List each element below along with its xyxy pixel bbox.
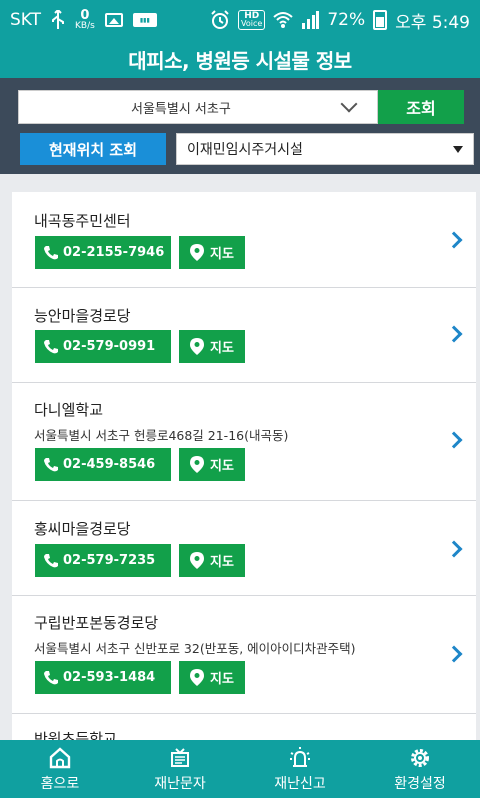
map-button[interactable]: 지도 [179,544,245,577]
nav-report[interactable]: 재난신고 [240,740,360,798]
phone-icon [44,670,58,684]
alarm-icon [210,10,230,30]
siren-icon [290,746,310,767]
facility-type-value: 이재민임시주거시설 [187,142,303,158]
nav-settings[interactable]: 환경설정 [360,740,480,798]
region-value: 서울특별시 서초구 [131,101,231,117]
facility-address: 서울특별시 서초구 헌릉로468길 21-16(내곡동) [34,428,289,443]
map-label: 지도 [210,459,234,474]
network-speed: 0 KB/s [75,8,95,31]
facility-address: 서울특별시 서초구 신반포로 32(반포동, 에이아이디차관주택) [34,641,356,656]
phone-number: 02-579-7235 [63,553,156,568]
search-button[interactable]: 조회 [378,90,464,124]
map-label: 지도 [210,672,234,687]
call-button[interactable]: 02-593-1484 [35,661,171,694]
phone-icon [44,457,58,471]
facility-list[interactable]: 내곡동주민센터 02-2155-7946 지도 능안마을경로당 02-579-0… [12,192,476,740]
nav-report-label: 재난신고 [274,775,326,792]
phone-number: 02-2155-7946 [63,245,165,260]
list-item[interactable]: 구립반포본동경로당 서울특별시 서초구 신반포로 32(반포동, 에이아이디차관… [12,596,476,714]
chevron-right-icon[interactable] [445,325,463,343]
call-button[interactable]: 02-579-7235 [35,544,171,577]
carrier-label: SKT [10,10,42,30]
region-select[interactable]: 서울특별시 서초구 [18,90,378,124]
map-label: 지도 [210,341,234,356]
facility-name: 반원초등학교 [34,730,117,740]
map-pin-icon [190,552,205,569]
phone-icon [44,339,58,353]
call-button[interactable]: 02-459-8546 [35,448,171,481]
facility-name: 구립반포본동경로당 [34,614,159,632]
map-button[interactable]: 지도 [179,330,245,363]
nav-disaster-message[interactable]: 재난문자 [120,740,240,798]
phone-number: 02-593-1484 [63,670,156,685]
nav-home[interactable]: 홈으로 [0,740,120,798]
chevron-right-icon[interactable] [445,431,463,449]
gear-icon [411,748,429,767]
battery-icon [373,10,388,30]
nav-settings-label: 환경설정 [394,775,446,792]
status-bar: SKT 0 KB/s ▮▮▮ HD Voice 72% 오후 5:49 [0,0,480,40]
list-item[interactable]: 능안마을경로당 02-579-0991 지도 [12,288,476,383]
usb-icon [51,10,65,30]
bottom-nav: 홈으로 재난문자 재난신고 환경설정 [0,740,480,798]
map-button[interactable]: 지도 [179,661,245,694]
facility-name: 내곡동주민센터 [34,212,131,230]
list-item[interactable]: 홍씨마을경로당 02-579-7235 지도 [12,501,476,596]
image-notification-icon [104,13,123,27]
map-pin-icon [190,244,205,261]
map-label: 지도 [210,247,234,262]
facility-name: 홍씨마을경로당 [34,520,131,538]
facility-name: 다니엘학교 [34,401,104,419]
map-pin-icon [190,669,205,686]
app-notification-icon: ▮▮▮ [132,13,157,27]
clock: 오후 5:49 [395,12,470,33]
wifi-icon [273,11,294,29]
list-item[interactable]: 반원초등학교 [12,714,476,740]
dropdown-arrow-icon [453,146,463,153]
facility-type-select[interactable]: 이재민임시주거시설 [176,133,474,165]
message-icon [171,747,189,767]
battery-percent: 72% [327,10,366,30]
chevron-right-icon[interactable] [445,540,463,558]
chevron-right-icon[interactable] [445,645,463,663]
map-label: 지도 [210,555,234,570]
phone-icon [44,245,58,259]
phone-number: 02-459-8546 [63,457,156,472]
list-item[interactable]: 다니엘학교 서울특별시 서초구 헌릉로468길 21-16(내곡동) 02-45… [12,383,476,501]
call-button[interactable]: 02-579-0991 [35,330,171,363]
page-title: 대피소, 병원등 시설물 정보 [0,40,480,78]
nav-disaster-message-label: 재난문자 [154,775,206,792]
map-button[interactable]: 지도 [179,236,245,269]
signal-icon [301,11,320,29]
list-item[interactable]: 내곡동주민센터 02-2155-7946 지도 [12,192,476,288]
call-button[interactable]: 02-2155-7946 [35,236,171,269]
map-button[interactable]: 지도 [179,448,245,481]
phone-icon [44,553,58,567]
chevron-down-icon [340,95,358,113]
map-pin-icon [190,338,205,355]
nav-home-label: 홈으로 [40,775,80,792]
hd-voice-icon: HD Voice [238,10,266,30]
home-icon [49,746,71,768]
current-location-button[interactable]: 현재위치 조회 [20,133,166,165]
chevron-right-icon[interactable] [445,231,463,249]
phone-number: 02-579-0991 [63,339,156,354]
facility-name: 능안마을경로당 [34,307,131,325]
map-pin-icon [190,456,205,473]
